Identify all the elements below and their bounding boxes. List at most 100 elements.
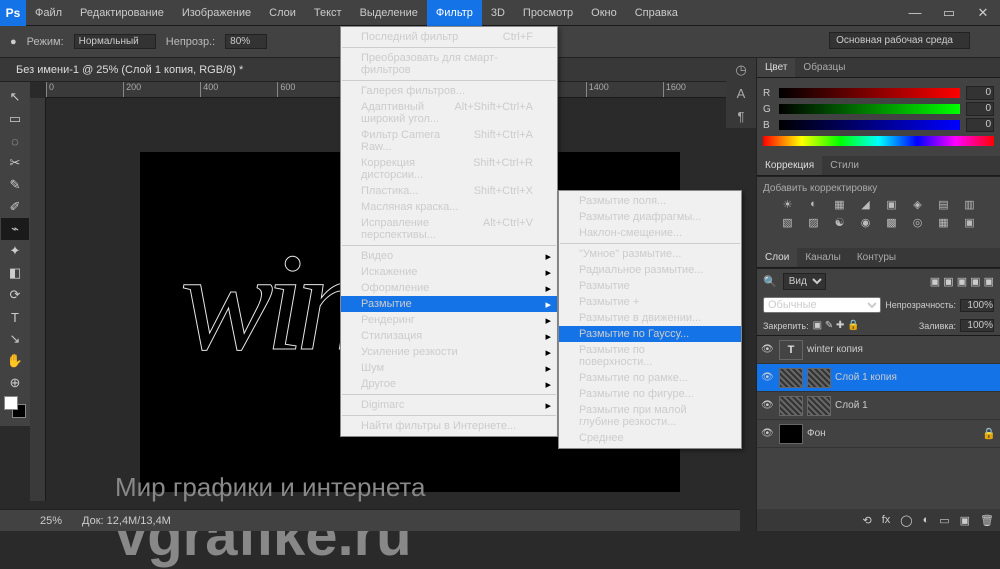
tab-channels[interactable]: Каналы xyxy=(797,248,849,267)
paragraph-icon[interactable]: ¶ xyxy=(738,109,745,124)
layer-row[interactable]: 👁Twinter копия xyxy=(757,336,1000,364)
layer-row[interactable]: 👁Слой 1 копия xyxy=(757,364,1000,392)
visibility-icon[interactable]: 👁 xyxy=(761,372,775,383)
adj-icon[interactable]: ◎ xyxy=(910,216,926,230)
adj-icon[interactable]: ▣ xyxy=(962,216,978,230)
menu-item[interactable]: Размытие по Гауссу... xyxy=(559,326,741,342)
tool-11[interactable]: ↘ xyxy=(1,328,29,350)
layer-filter-select[interactable]: Вид xyxy=(783,273,826,290)
menu-item[interactable]: Размытие + xyxy=(559,294,741,310)
layer-blend-select[interactable]: Обычные xyxy=(763,297,881,313)
adj-icon[interactable]: ▧ xyxy=(780,216,796,230)
layer-row[interactable]: 👁Слой 1 xyxy=(757,392,1000,420)
new-layer-icon[interactable]: ▣ xyxy=(960,514,970,527)
menu-item[interactable]: Наклон-смещение... xyxy=(559,225,741,241)
menu-изображение[interactable]: Изображение xyxy=(173,0,260,26)
menu-item[interactable]: Среднее xyxy=(559,430,741,446)
menu-item[interactable]: Усиление резкости xyxy=(341,344,557,360)
menu-item[interactable]: Стилизация xyxy=(341,328,557,344)
workspace-select[interactable]: Основная рабочая среда xyxy=(829,32,970,49)
adj-icon[interactable]: ▨ xyxy=(806,216,822,230)
tool-2[interactable]: ◌ xyxy=(1,130,29,152)
menu-item[interactable]: Размытие в движении... xyxy=(559,310,741,326)
tool-3[interactable]: ✂ xyxy=(1,152,29,174)
layer-fill-input[interactable] xyxy=(960,319,994,332)
adj-icon[interactable]: ▣ xyxy=(884,198,900,212)
r-slider[interactable] xyxy=(779,88,960,98)
tab-color[interactable]: Цвет xyxy=(757,58,795,77)
menu-item[interactable]: Размытие по рамке... xyxy=(559,370,741,386)
blur-submenu-dropdown[interactable]: Размытие поля...Размытие диафрагмы...Нак… xyxy=(558,190,742,449)
menu-фильтр[interactable]: Фильтр xyxy=(427,0,482,26)
menu-item[interactable]: Рендеринг xyxy=(341,312,557,328)
adj-icon[interactable]: ▩ xyxy=(884,216,900,230)
hue-strip[interactable] xyxy=(763,136,994,146)
visibility-icon[interactable]: 👁 xyxy=(761,400,775,411)
menu-текст[interactable]: Текст xyxy=(305,0,351,26)
character-icon[interactable]: A xyxy=(737,86,746,101)
menu-справка[interactable]: Справка xyxy=(626,0,687,26)
menu-item[interactable]: Искажение xyxy=(341,264,557,280)
menu-item[interactable]: Фильтр Camera Raw...Shift+Ctrl+A xyxy=(341,127,557,155)
adj-icon[interactable]: ☯ xyxy=(832,216,848,230)
delete-icon[interactable]: 🗑 xyxy=(980,514,994,527)
menu-item[interactable]: Размытие по поверхности... xyxy=(559,342,741,370)
menu-слои[interactable]: Слои xyxy=(260,0,305,26)
menu-item[interactable]: Исправление перспективы...Alt+Ctrl+V xyxy=(341,215,557,243)
menu-item[interactable]: Размытие xyxy=(559,278,741,294)
lock-icons[interactable]: ▣ ✎ ✚ 🔒 xyxy=(813,320,860,331)
adj-icon[interactable]: ◢ xyxy=(858,198,874,212)
g-slider[interactable] xyxy=(779,104,960,114)
tab-styles[interactable]: Стили xyxy=(822,156,867,175)
tool-4[interactable]: ✎ xyxy=(1,174,29,196)
menu-редактирование[interactable]: Редактирование xyxy=(71,0,173,26)
menu-выделение[interactable]: Выделение xyxy=(351,0,427,26)
adj-icon[interactable]: ◈ xyxy=(910,198,926,212)
tool-9[interactable]: ⟳ xyxy=(1,284,29,306)
tool-0[interactable]: ↖ xyxy=(1,86,29,108)
tab-layers[interactable]: Слои xyxy=(757,248,797,267)
fx-icon[interactable]: fx xyxy=(882,514,891,526)
menu-3d[interactable]: 3D xyxy=(482,0,514,26)
menu-item[interactable]: Размытие при малой глубине резкости... xyxy=(559,402,741,430)
menu-item[interactable]: Размытие поля... xyxy=(559,193,741,209)
g-value[interactable]: 0 xyxy=(966,102,994,116)
menu-item[interactable]: Преобразовать для смарт-фильтров xyxy=(341,50,557,78)
adj-icon[interactable]: ▦ xyxy=(832,198,848,212)
visibility-icon[interactable]: 👁 xyxy=(761,344,775,355)
menu-item[interactable]: Адаптивный широкий угол...Alt+Shift+Ctrl… xyxy=(341,99,557,127)
group-icon[interactable]: ▭ xyxy=(939,514,949,527)
tool-13[interactable]: ⊕ xyxy=(1,372,29,394)
menu-item[interactable]: Размытие по фигуре... xyxy=(559,386,741,402)
menu-item[interactable]: Коррекция дисторсии...Shift+Ctrl+R xyxy=(341,155,557,183)
close-button[interactable]: ✕ xyxy=(966,0,1000,26)
adj-icon[interactable]: ◐ xyxy=(806,198,822,212)
maximize-button[interactable]: ▭ xyxy=(932,0,966,26)
adj-icon[interactable]: ▦ xyxy=(936,216,952,230)
history-icon[interactable]: ◷ xyxy=(735,62,746,78)
opacity-input[interactable]: 80% xyxy=(225,34,267,49)
tool-8[interactable]: ◧ xyxy=(1,262,29,284)
brush-preset-icon[interactable]: ● xyxy=(10,36,17,48)
tab-adjustments[interactable]: Коррекция xyxy=(757,156,822,175)
link-layers-icon[interactable]: ⟲ xyxy=(862,514,871,527)
adj-icon[interactable]: ☀ xyxy=(780,198,796,212)
menu-item[interactable]: Шум xyxy=(341,360,557,376)
menu-просмотр[interactable]: Просмотр xyxy=(514,0,582,26)
layer-row[interactable]: 👁Фон🔒 xyxy=(757,420,1000,448)
adj-icon[interactable]: ▥ xyxy=(962,198,978,212)
tool-12[interactable]: ✋ xyxy=(1,350,29,372)
menu-item[interactable]: Оформление xyxy=(341,280,557,296)
b-value[interactable]: 0 xyxy=(966,118,994,132)
tab-paths[interactable]: Контуры xyxy=(849,248,904,267)
layer-opacity-input[interactable] xyxy=(960,299,994,312)
r-value[interactable]: 0 xyxy=(966,86,994,100)
zoom-level[interactable]: 25% xyxy=(40,515,62,527)
menu-item[interactable]: "Умное" размытие... xyxy=(559,246,741,262)
tool-5[interactable]: ✐ xyxy=(1,196,29,218)
menu-item[interactable]: Галерея фильтров... xyxy=(341,83,557,99)
menu-item[interactable]: Digimarc xyxy=(341,397,557,413)
tool-7[interactable]: ✦ xyxy=(1,240,29,262)
adj-icon[interactable]: ◉ xyxy=(858,216,874,230)
menu-item[interactable]: Масляная краска... xyxy=(341,199,557,215)
